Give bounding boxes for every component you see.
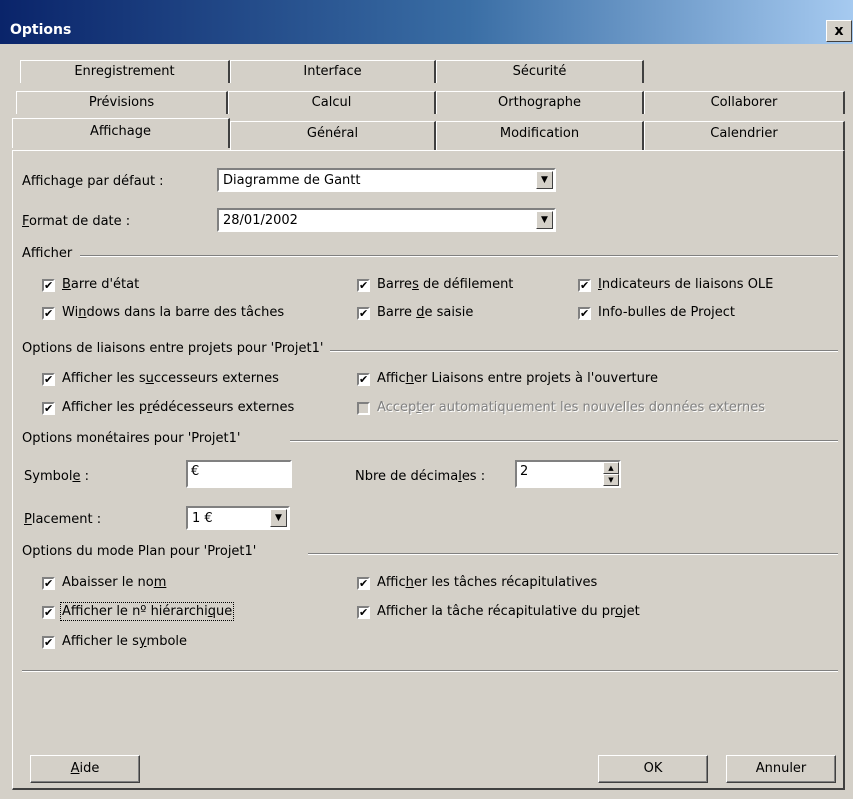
tab-general[interactable]: Général [230, 121, 436, 150]
checkbox-label-abaisser-nom: Abaisser le nom [62, 575, 167, 590]
placement-value: 1 € [192, 511, 213, 526]
decimales-stepper[interactable]: 2 ▲ ▼ [515, 460, 621, 488]
checkbox-disabled [357, 402, 370, 415]
checkbox[interactable]: ✔ [42, 402, 55, 415]
checkbox-label-taches-recap: Afficher les tâches récapitulatives [377, 575, 598, 590]
tab-collaborer[interactable]: Collaborer [644, 91, 845, 114]
checkbox-label-barre-saisie: Barre de saisie [377, 305, 474, 320]
checkbox-label-indicateurs-ole: Indicateurs de liaisons OLE [598, 277, 774, 292]
symbole-label: Symbole : [24, 469, 89, 484]
checkbox-label-liaisons-ouverture: Afficher Liaisons entre projets à l'ouve… [377, 371, 658, 386]
tab-affichage[interactable]: Affichage [12, 118, 230, 148]
date-format-label: Format de date : [22, 214, 131, 229]
default-view-label: Affichage par défaut : [22, 174, 164, 189]
checkbox-label-symbole: Afficher le symbole [62, 634, 188, 649]
checkbox-label-barres-defilement: Barres de défilement [377, 277, 514, 292]
monetaires-group-title: Options monétaires pour 'Projet1' [22, 431, 245, 446]
divider [290, 440, 838, 442]
divider [22, 670, 838, 672]
decimales-label: Nbre de décimales : [355, 469, 486, 484]
ok-button[interactable]: OK [598, 755, 708, 783]
plan-group-title: Options du mode Plan pour 'Projet1' [22, 544, 261, 559]
placement-select[interactable]: 1 € ▼ [186, 506, 290, 530]
checkbox-label-predecesseurs: Afficher les prédécesseurs externes [62, 400, 295, 415]
checkbox[interactable]: ✔ [42, 606, 55, 619]
checkbox-label-info-bulles: Info-bulles de Project [598, 305, 736, 320]
placement-label: Placement : [24, 512, 102, 527]
afficher-group-title: Afficher [22, 246, 77, 261]
tab-modification[interactable]: Modification [436, 121, 644, 150]
divider [308, 553, 838, 555]
checkbox-label-barre-etat: Barre d'état [62, 277, 140, 292]
tab-calcul[interactable]: Calcul [228, 91, 436, 114]
default-view-select[interactable]: Diagramme de Gantt ▼ [217, 168, 556, 192]
chevron-down-icon[interactable]: ▼ [270, 509, 287, 527]
checkbox-label-tache-recap-projet: Afficher la tâche récapitulative du proj… [377, 604, 640, 619]
checkbox-label-successeurs: Afficher les successeurs externes [62, 371, 279, 386]
checkbox[interactable]: ✔ [42, 279, 55, 292]
cancel-button[interactable]: Annuler [726, 755, 836, 783]
checkbox[interactable]: ✔ [357, 606, 370, 619]
close-icon: x [834, 23, 844, 39]
decimales-value: 2 [520, 464, 529, 479]
tab-orthographe[interactable]: Orthographe [436, 91, 644, 114]
checkbox[interactable]: ✔ [357, 279, 370, 292]
tab-interface[interactable]: Interface [230, 60, 436, 83]
divider [330, 350, 838, 352]
checkbox[interactable]: ✔ [357, 577, 370, 590]
tab-calendrier[interactable]: Calendrier [644, 121, 845, 150]
aide-button[interactable]: Aide [30, 755, 140, 783]
tab-enregistrement[interactable]: Enregistrement [20, 60, 230, 83]
checkbox-label-accepter-auto: Accepter automatiquement les nouvelles d… [377, 400, 766, 415]
checkbox[interactable]: ✔ [42, 577, 55, 590]
spin-up-icon[interactable]: ▲ [603, 462, 619, 474]
checkbox-label-no-hierarchique: Afficher le nº hiérarchique [59, 602, 235, 621]
symbole-input[interactable]: € [186, 460, 292, 488]
liaisons-group-title: Options de liaisons entre projets pour '… [22, 341, 328, 356]
window-title: Options [10, 22, 72, 38]
checkbox[interactable]: ✔ [578, 307, 591, 320]
checkbox[interactable]: ✔ [578, 279, 591, 292]
tab-previsions[interactable]: Prévisions [16, 91, 228, 114]
spin-down-icon[interactable]: ▼ [603, 474, 619, 486]
date-format-select[interactable]: 28/01/2002 ▼ [217, 208, 556, 232]
checkbox-label-windows-barre-taches: Windows dans la barre des tâches [62, 305, 285, 320]
default-view-value: Diagramme de Gantt [223, 173, 361, 188]
checkbox[interactable]: ✔ [42, 307, 55, 320]
title-bar[interactable] [0, 0, 853, 44]
chevron-down-icon[interactable]: ▼ [536, 171, 553, 189]
date-format-value: 28/01/2002 [223, 213, 298, 228]
checkbox[interactable]: ✔ [42, 636, 55, 649]
checkbox[interactable]: ✔ [357, 373, 370, 386]
tab-securite[interactable]: Sécurité [436, 60, 644, 83]
close-button[interactable]: x [826, 20, 852, 42]
chevron-down-icon[interactable]: ▼ [536, 211, 553, 229]
checkbox[interactable]: ✔ [357, 307, 370, 320]
checkbox[interactable]: ✔ [42, 373, 55, 386]
divider [80, 255, 838, 257]
